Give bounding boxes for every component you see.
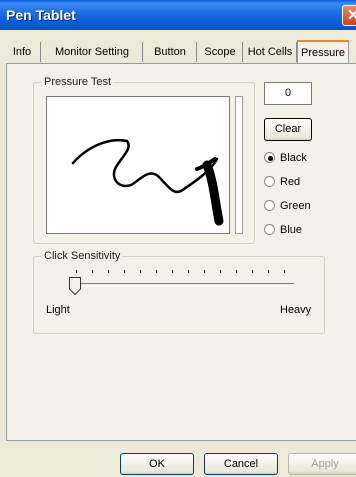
radio-black-label: Black <box>280 152 307 164</box>
pressure-test-label: Pressure Test <box>42 76 114 88</box>
sensitivity-slider-track[interactable] <box>70 283 294 287</box>
pressure-value-display: 0 <box>264 82 312 105</box>
slider-tick <box>124 270 125 273</box>
tab-button[interactable]: Button <box>144 42 197 62</box>
slider-tick <box>268 270 269 273</box>
tab-pressure[interactable]: Pressure <box>297 40 349 63</box>
close-icon: ✕ <box>347 7 356 24</box>
close-button[interactable]: ✕ <box>342 5 356 26</box>
slider-tick <box>236 270 237 273</box>
slider-min-label: Light <box>46 304 70 316</box>
tab-monitor-setting[interactable]: Monitor Setting <box>42 42 143 62</box>
sensitivity-slider-thumb[interactable] <box>69 277 81 295</box>
radio-blue-label: Blue <box>280 224 303 236</box>
slider-tick <box>220 270 221 273</box>
apply-button[interactable]: Apply <box>288 453 356 475</box>
tab-scope[interactable]: Scope <box>198 42 243 62</box>
slider-tick <box>204 270 205 273</box>
pressure-drawing-canvas[interactable] <box>46 96 230 234</box>
click-sensitivity-group: Click Sensitivity <box>33 250 325 334</box>
radio-green-indicator[interactable] <box>264 200 275 211</box>
pen-tablet-window: Pen Tablet ✕ Info Monitor Setting Button… <box>0 0 356 477</box>
slider-tick <box>92 270 93 273</box>
slider-tick <box>156 270 157 273</box>
slider-tick <box>108 270 109 273</box>
slider-tick <box>76 270 77 273</box>
radio-blue-indicator[interactable] <box>264 224 275 235</box>
canvas-scrollbar[interactable] <box>235 96 243 234</box>
click-sensitivity-label: Click Sensitivity <box>42 250 123 262</box>
window-title: Pen Tablet <box>6 7 76 23</box>
slider-tick <box>284 270 285 273</box>
pen-stroke <box>71 138 224 226</box>
title-bar[interactable]: Pen Tablet ✕ <box>0 0 356 30</box>
slider-tick <box>188 270 189 273</box>
radio-red-label: Red <box>280 176 301 188</box>
radio-black-indicator[interactable] <box>264 152 275 163</box>
ok-button[interactable]: OK <box>120 453 194 475</box>
clear-button[interactable]: Clear <box>264 118 312 141</box>
tab-info[interactable]: Info <box>4 42 41 62</box>
slider-tick <box>252 270 253 273</box>
tab-hot-cells[interactable]: Hot Cells <box>244 42 297 62</box>
slider-tick <box>172 270 173 273</box>
cancel-button[interactable]: Cancel <box>204 453 278 475</box>
slider-max-label: Heavy <box>280 304 312 316</box>
radio-green-label: Green <box>280 200 311 212</box>
slider-tick <box>140 270 141 273</box>
radio-red-indicator[interactable] <box>264 176 275 187</box>
